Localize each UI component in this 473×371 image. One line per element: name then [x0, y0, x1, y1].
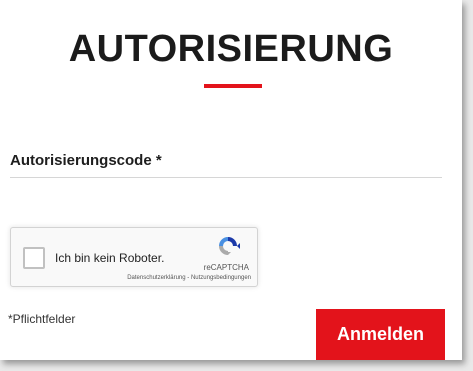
recaptcha-checkbox[interactable]: [23, 247, 45, 269]
recaptcha-label: Ich bin kein Roboter.: [55, 251, 165, 265]
recaptcha-links: Datenschutzerklärung - Nutzungsbedingung…: [127, 275, 251, 281]
authorization-code-input[interactable]: [10, 169, 442, 178]
authorization-card: AUTORISIERUNG Autorisierungscode * Ich b…: [0, 0, 462, 360]
code-field-label: Autorisierungscode *: [10, 152, 162, 169]
privacy-link[interactable]: Datenschutzerklärung: [127, 275, 185, 281]
recaptcha-logo-icon: [219, 237, 240, 255]
login-button[interactable]: Anmelden: [316, 309, 445, 360]
page-title: AUTORISIERUNG: [68, 28, 394, 70]
title-underline: [204, 84, 262, 88]
required-fields-note: *Pflichtfelder: [8, 312, 76, 326]
terms-link[interactable]: Nutzungsbedingungen: [191, 275, 251, 281]
recaptcha-widget: Ich bin kein Roboter. reCAPTCHA Datensch…: [10, 227, 258, 287]
recaptcha-brand: reCAPTCHA: [203, 263, 249, 272]
